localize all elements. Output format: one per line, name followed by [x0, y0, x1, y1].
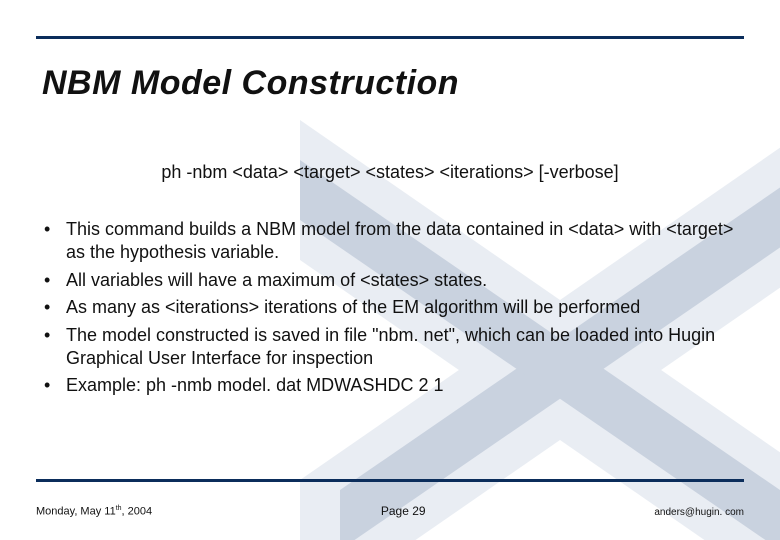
bullet-marker: •	[42, 324, 66, 347]
list-item-text: This command builds a NBM model from the…	[66, 218, 744, 265]
list-item: • Example: ph -nmb model. dat MDWASHDC 2…	[42, 374, 744, 397]
bullet-marker: •	[42, 374, 66, 397]
top-divider	[36, 36, 744, 39]
list-item-text: All variables will have a maximum of <st…	[66, 269, 744, 292]
bottom-divider	[36, 479, 744, 482]
footer: Monday, May 11th, 2004 Page 29 anders@hu…	[36, 504, 744, 518]
bullet-marker: •	[42, 218, 66, 241]
list-item-text: The model constructed is saved in file "…	[66, 324, 744, 371]
bullet-marker: •	[42, 269, 66, 292]
footer-page: Page 29	[381, 504, 426, 518]
footer-date: Monday, May 11th, 2004	[36, 505, 152, 518]
page-title: NBM Model Construction	[42, 64, 459, 103]
list-item: • As many as <iterations> iterations of …	[42, 296, 744, 319]
list-item-text: Example: ph -nmb model. dat MDWASHDC 2 1	[66, 374, 744, 397]
command-syntax: ph -nbm <data> <target> <states> <iterat…	[0, 162, 780, 183]
list-item: • The model constructed is saved in file…	[42, 324, 744, 371]
list-item: • All variables will have a maximum of <…	[42, 269, 744, 292]
list-item: • This command builds a NBM model from t…	[42, 218, 744, 265]
footer-email: anders@hugin. com	[654, 507, 744, 518]
footer-date-year: , 2004	[122, 506, 153, 518]
footer-date-prefix: Monday, May 11	[36, 506, 116, 518]
list-item-text: As many as <iterations> iterations of th…	[66, 296, 744, 319]
bullet-marker: •	[42, 296, 66, 319]
bullet-list: • This command builds a NBM model from t…	[42, 218, 744, 402]
